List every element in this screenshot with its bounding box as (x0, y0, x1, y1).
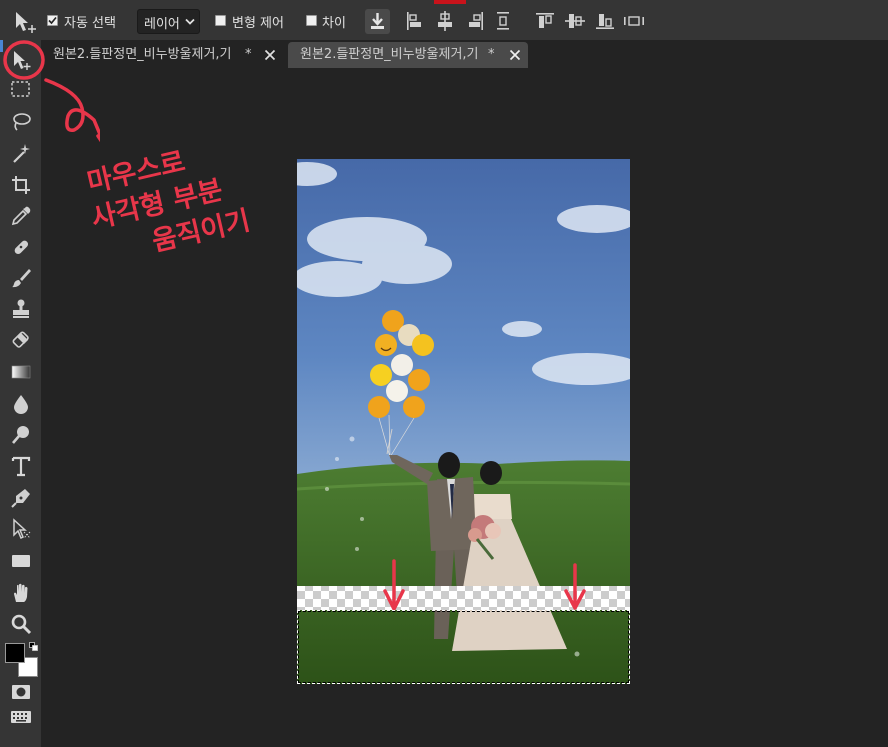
stamp-icon (12, 299, 29, 318)
distribute-horizontal-button[interactable] (623, 11, 645, 31)
align-left-icon (407, 12, 421, 30)
rectangle-icon (11, 555, 30, 567)
dodge-icon (11, 426, 29, 444)
align-top-icon (536, 13, 554, 28)
water-drop-icon (13, 395, 28, 414)
align-right-edges-button[interactable] (465, 11, 485, 31)
check-icon (48, 16, 57, 25)
layer-select-dropdown[interactable]: 레이어 (137, 9, 200, 34)
options-bar: 자동 선택 레이어 변형 제어 차이 (0, 0, 888, 40)
healing-brush-tool[interactable] (0, 235, 41, 259)
keyboard-icon (10, 711, 31, 723)
move-icon (16, 12, 36, 33)
distance-checkbox[interactable] (306, 15, 317, 26)
tab-modified-indicator: * (245, 47, 252, 62)
eraser-tool[interactable] (0, 328, 41, 352)
download-align-icon (371, 13, 384, 29)
hand-tool[interactable] (0, 581, 41, 605)
eraser-icon (12, 331, 29, 348)
layer-select-value: 레이어 (144, 17, 180, 32)
eyedropper-tool[interactable] (0, 204, 41, 228)
distribute-vertical-button[interactable] (495, 11, 511, 31)
red-indicator (434, 0, 466, 4)
bandage-icon (14, 240, 28, 255)
path-selection-tool[interactable] (0, 517, 41, 541)
annotation-circle-arrow (3, 40, 100, 143)
crop-tool[interactable] (0, 173, 41, 197)
crop-icon (11, 176, 30, 194)
annotation-arrows (383, 559, 586, 611)
magnifier-icon (11, 614, 31, 635)
tab-modified-indicator: * (488, 47, 495, 62)
auto-select-checkbox[interactable] (47, 15, 58, 26)
align-left-edges-button[interactable] (405, 11, 425, 31)
distribute-icon (497, 12, 509, 30)
align-bottom-edges-button[interactable] (595, 11, 615, 31)
close-icon[interactable] (264, 49, 276, 61)
gradient-icon (11, 365, 30, 379)
align-right-icon (469, 12, 483, 30)
quick-mask-button[interactable] (0, 680, 41, 704)
zoom-tool[interactable] (0, 612, 41, 636)
tab-title: 원본2.들판정면_비누방울제거,기 (300, 47, 479, 62)
pen-icon (10, 489, 30, 508)
canvas[interactable] (297, 159, 630, 684)
hand-icon (13, 583, 27, 602)
gradient-tool[interactable] (0, 360, 41, 384)
distribute-horizontal-icon (624, 16, 644, 26)
selection-marquee[interactable] (297, 610, 630, 684)
screen-mode-button[interactable] (0, 705, 41, 729)
swap-colors-icon[interactable] (29, 642, 38, 651)
align-center-icon (438, 11, 452, 31)
chevron-down-icon (185, 18, 195, 25)
brush-tool[interactable] (0, 266, 41, 290)
align-top-edges-button[interactable] (535, 11, 555, 31)
pen-tool[interactable] (0, 486, 41, 510)
eyedropper-icon (11, 206, 30, 226)
tool-preset-picker[interactable] (10, 8, 40, 34)
distance-label: 차이 (322, 16, 346, 31)
rectangle-tool[interactable] (0, 549, 41, 573)
transform-controls-checkbox[interactable] (215, 15, 226, 26)
align-middle-icon (565, 14, 585, 28)
direct-selection-icon (12, 518, 30, 540)
auto-select-label: 자동 선택 (64, 16, 116, 31)
align-bottom-icon (596, 14, 614, 29)
close-icon[interactable] (509, 49, 521, 61)
auto-align-button[interactable] (365, 9, 390, 34)
clone-stamp-tool[interactable] (0, 297, 41, 321)
align-horizontal-centers-button[interactable] (435, 11, 455, 31)
transform-controls-label: 변형 제어 (232, 16, 284, 31)
type-tool[interactable] (0, 454, 41, 478)
document-tab-2[interactable]: 원본2.들판정면_비누방울제거,기 * (288, 42, 528, 68)
foreground-color-swatch[interactable] (5, 643, 25, 663)
blur-tool[interactable] (0, 392, 41, 416)
type-icon (11, 456, 30, 477)
dodge-tool[interactable] (0, 423, 41, 447)
quick-mask-icon (11, 685, 30, 699)
align-vertical-centers-button[interactable] (565, 11, 585, 31)
brush-icon (11, 269, 31, 288)
color-swatches[interactable] (3, 641, 39, 679)
